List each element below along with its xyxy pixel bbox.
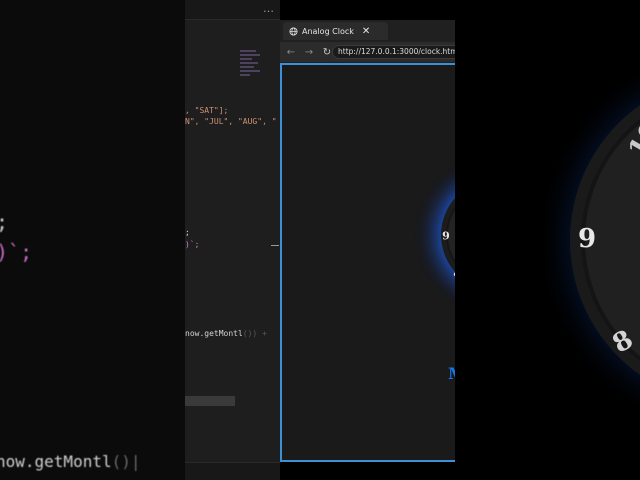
minimap[interactable]	[240, 50, 262, 90]
code-line: N", "JUL", "AUG", "	[185, 117, 277, 126]
zoomed-clock-background: 10 9 8	[455, 0, 640, 480]
ghost-code-line: )`;	[0, 240, 33, 264]
reload-icon[interactable]: ↻	[322, 47, 332, 58]
back-arrow-icon[interactable]: ←	[286, 47, 296, 58]
navigation-bar: ← → ↻ http://127.0.0.1:3000/clock.html?v…	[280, 42, 462, 62]
clock-numeral-9: 9	[442, 230, 450, 243]
brand-text-partial: M	[448, 364, 455, 383]
browser-tab[interactable]: Analog Clock ✕	[283, 22, 388, 40]
url-input[interactable]: http://127.0.0.1:3000/clock.html?vsc	[332, 45, 462, 59]
tab-title: Analog Clock	[302, 26, 354, 36]
editor-bottom-bar	[185, 462, 280, 480]
ghost-code-line: now.getMontl()|	[0, 452, 141, 471]
zoomed-analog-clock: 10 9 8	[535, 64, 640, 416]
editor-tab-bar: …	[185, 0, 280, 20]
analog-clock: 10 9 8	[412, 161, 455, 309]
code-line: , "SAT"];	[185, 106, 229, 115]
horizontal-scrollbar[interactable]	[185, 396, 235, 406]
clock-numeral-9: 9	[578, 224, 596, 254]
left-blurred-background: ; )`; now.getMontl()|	[0, 0, 185, 480]
simple-browser-panel: Analog Clock ✕ ← → ↻ http://127.0.0.1:30…	[280, 20, 462, 462]
close-tab-icon[interactable]: ✕	[362, 26, 370, 37]
ghost-code-line: ;	[0, 210, 8, 234]
code-line: )`;	[185, 240, 200, 249]
globe-icon	[289, 26, 298, 36]
code-line: ;	[185, 228, 190, 237]
page-viewport[interactable]: 10 9 8 M	[280, 63, 455, 462]
code-line: now.getMontl()) +	[185, 329, 267, 338]
forward-arrow-icon[interactable]: →	[304, 47, 314, 58]
more-actions-icon[interactable]: …	[263, 2, 274, 15]
splitter-handle[interactable]	[271, 245, 279, 246]
code-editor[interactable]: … , "SAT"]; N", "JUL", "AUG", " ; )`; no…	[185, 0, 280, 480]
